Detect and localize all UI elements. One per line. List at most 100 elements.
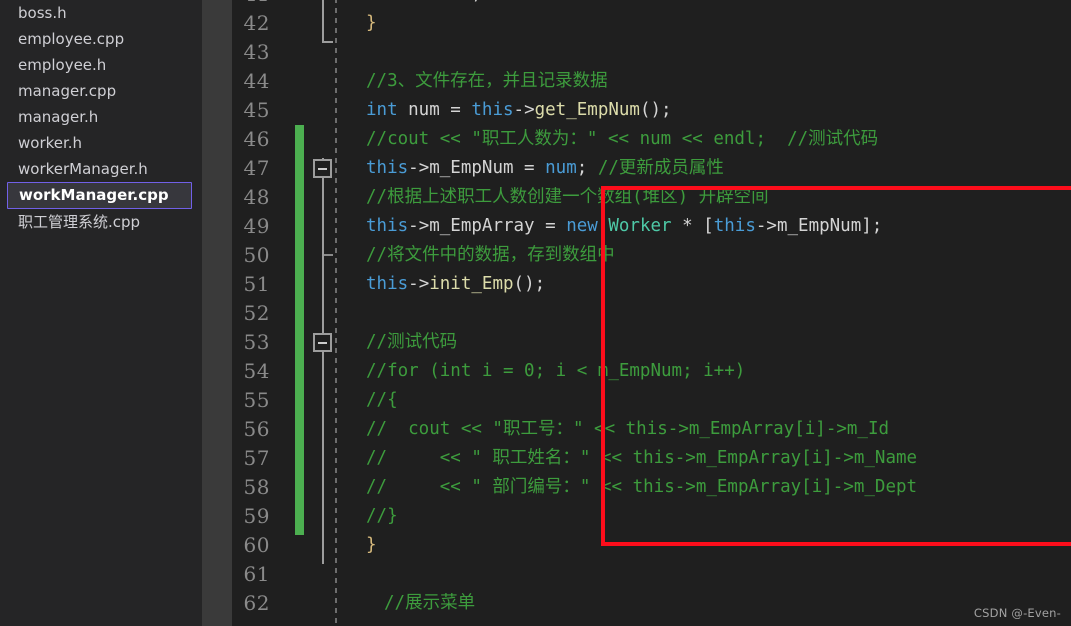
code-token: // << " 职工姓名：" << this->m_EmpArray[i]->m… [366, 448, 918, 468]
code-line-text: this->init_Emp(); [366, 270, 545, 299]
vscode-window: boss.h employee.cpp employee.h manager.cpp m… [0, 0, 1071, 626]
code-token: // << " 部门编号：" << this->m_EmpArray[i]->m… [366, 477, 918, 497]
code-token: //更新成员属性 [597, 158, 724, 178]
code-fold-guide-inner [322, 158, 324, 564]
code-token: (); [513, 274, 546, 294]
code-token: ->m_EmpArray = [408, 216, 567, 236]
code-token: //展示菜单 [384, 593, 476, 613]
code-token: } [366, 535, 377, 555]
indent-guide [335, 0, 337, 626]
code-editor[interactable]: 41 return;42}4344//3、文件存在，并且记录数据45int nu… [202, 0, 1071, 626]
code-line[interactable]: 55//{ [202, 386, 1041, 415]
code-token: this [471, 100, 514, 120]
code-line-text: } [366, 9, 377, 38]
code-line-text: //{ [366, 386, 398, 415]
code-token: -> [513, 100, 535, 120]
code-token: this [366, 216, 409, 236]
code-token: } [366, 13, 377, 33]
code-line[interactable]: 58// << " 部门编号：" << this->m_EmpArray[i]-… [202, 473, 1041, 502]
code-token: //cout << "职工人数为：" << num << endl; //测试代… [366, 129, 879, 149]
code-line[interactable]: 56// cout << "职工号：" << this->m_EmpArray[… [202, 415, 1041, 444]
sidebar-file-item[interactable]: manager.cpp [0, 78, 202, 104]
code-line[interactable]: 54//for (int i = 0; i < m_EmpNum; i++) [202, 357, 1041, 386]
code-token: -> [408, 274, 430, 294]
code-token: ->m_EmpNum]; [755, 216, 883, 236]
code-token: this [366, 158, 409, 178]
code-line-text: this->m_EmpArray = new Worker * [this->m… [366, 212, 882, 241]
code-fold-elbow [322, 41, 333, 43]
code-token: ->m_EmpNum = [408, 158, 546, 178]
code-line-text: //将文件中的数据，存到数组中 [366, 241, 615, 270]
sidebar-file-item[interactable]: worker.h [0, 130, 202, 156]
sidebar-file-item[interactable]: workerManager.h [0, 156, 202, 182]
code-token: Worker [608, 216, 672, 236]
code-line-text: //cout << "职工人数为：" << num << endl; //测试代… [366, 125, 878, 154]
code-line[interactable]: 48//根据上述职工人数创建一个数组(堆区) 开辟空间 [202, 183, 1041, 212]
code-token: init_Emp [429, 274, 514, 294]
code-token: this [366, 274, 409, 294]
code-token: int [366, 100, 398, 120]
sidebar-file-item[interactable]: workManager.cpp [7, 182, 192, 209]
code-line[interactable]: 49 this->m_EmpArray = new Worker * [this-… [202, 212, 1041, 241]
code-line-text: //for (int i = 0; i < m_EmpNum; i++) [366, 357, 745, 386]
code-line[interactable]: 45 int num = this->get_EmpNum(); [202, 96, 1041, 125]
code-line[interactable]: 42} [202, 9, 1041, 38]
sidebar-scrollbar[interactable] [202, 0, 232, 626]
code-token: //将文件中的数据，存到数组中 [366, 245, 615, 265]
code-fold-guide-outer [322, 0, 324, 43]
code-lines[interactable]: 41 return;42}4344//3、文件存在，并且记录数据45int nu… [202, 0, 1041, 626]
code-line-text: return; [366, 0, 482, 9]
code-line-text: //展示菜单 [384, 589, 475, 618]
code-token: ; [576, 158, 598, 178]
code-line[interactable]: 60} [202, 531, 1041, 560]
code-line[interactable]: 41 return; [202, 0, 1041, 9]
sidebar-file-item[interactable]: employee.h [0, 52, 202, 78]
sidebar-file-item[interactable]: manager.h [0, 104, 202, 130]
code-line[interactable]: 52 [202, 299, 1041, 328]
code-line-text: // << " 职工姓名：" << this->m_EmpArray[i]->m… [366, 444, 917, 473]
code-line[interactable]: 59//} [202, 502, 1041, 531]
code-token: //3、文件存在，并且记录数据 [366, 71, 608, 91]
code-token: //测试代码 [366, 332, 458, 352]
code-token: //根据上述职工人数创建一个数组(堆区) 开辟空间 [366, 187, 769, 207]
git-change-indicator-bar [295, 125, 304, 535]
code-line-text: } [366, 531, 377, 560]
csdn-watermark: CSDN @-Even- [973, 606, 1061, 620]
code-fold-toggle-line47[interactable] [313, 159, 332, 178]
code-line-text: //测试代码 [366, 328, 457, 357]
code-token: (); [639, 100, 672, 120]
code-token: num [545, 158, 577, 178]
code-line[interactable]: 51 this->init_Emp(); [202, 270, 1041, 299]
code-line-text: // << " 部门编号：" << this->m_EmpArray[i]->m… [366, 473, 917, 502]
code-line-text: this->m_EmpNum = num; //更新成员属性 [366, 154, 724, 183]
code-line-text: //} [366, 502, 398, 531]
code-token: = [450, 100, 472, 120]
sidebar-file-item[interactable]: boss.h [0, 0, 202, 26]
code-line-text: int num = this->get_EmpNum(); [366, 96, 672, 125]
code-token: // cout << "职工号：" << this->m_EmpArray[i]… [366, 419, 890, 439]
code-token: ; [471, 0, 482, 4]
code-line[interactable]: 57// << " 职工姓名：" << this->m_EmpArray[i]-… [202, 444, 1041, 473]
code-line-text: // cout << "职工号：" << this->m_EmpArray[i]… [366, 415, 889, 444]
code-token: return [408, 0, 471, 4]
code-token: num [397, 100, 451, 120]
code-fold-toggle-line53[interactable] [313, 333, 332, 352]
sidebar-file-item[interactable]: 职工管理系统.cpp [0, 209, 202, 235]
code-line[interactable]: 46//cout << "职工人数为：" << num << endl; //测… [202, 125, 1041, 154]
code-line[interactable]: 61 [202, 560, 1041, 589]
code-token: * [ [671, 216, 714, 236]
code-token: //{ [366, 390, 398, 410]
code-line-text: //3、文件存在，并且记录数据 [366, 67, 608, 96]
code-line[interactable]: 44//3、文件存在，并且记录数据 [202, 67, 1041, 96]
explorer-sidebar: boss.h employee.cpp employee.h manager.cpp m… [0, 0, 202, 626]
code-token: get_EmpNum [534, 100, 640, 120]
code-line[interactable]: 62//展示菜单 [202, 589, 1041, 618]
sidebar-file-item[interactable]: employee.cpp [0, 26, 202, 52]
code-token: this [713, 216, 756, 236]
code-token: //for (int i = 0; i < m_EmpNum; i++) [366, 361, 746, 381]
code-fold-tick [324, 254, 333, 256]
code-line-text: //根据上述职工人数创建一个数组(堆区) 开辟空间 [366, 183, 769, 212]
code-token: //} [366, 506, 398, 526]
